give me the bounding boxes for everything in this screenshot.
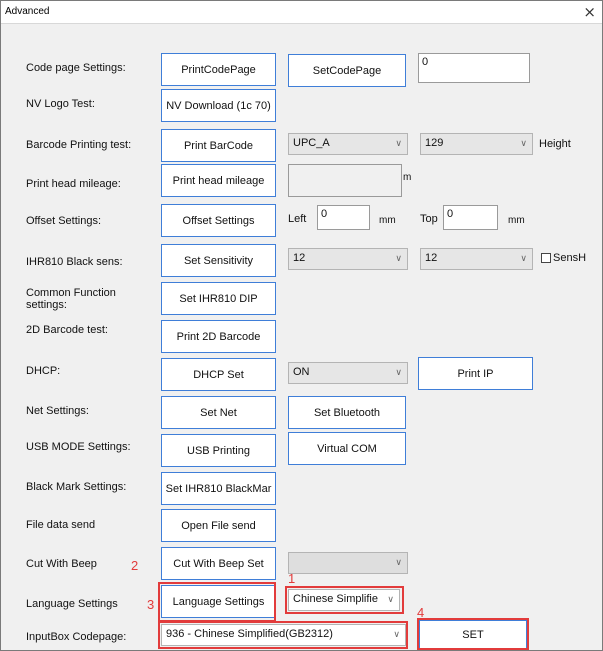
offset-top-input[interactable]: 0: [443, 205, 498, 230]
chevron-down-icon: ∨: [520, 138, 527, 148]
sensitivity-select-2[interactable]: 12 ∨: [420, 248, 533, 270]
offset-top-label: Top: [420, 213, 438, 225]
file-send-label: File data send: [26, 519, 96, 531]
highlight-codepage-select: [158, 621, 408, 649]
chevron-down-icon: ∨: [395, 253, 402, 263]
highlight-set-button: [417, 618, 529, 650]
dhcp-label: DHCP:: [26, 365, 61, 377]
set-blackmark-button[interactable]: Set IHR810 BlackMar: [161, 472, 276, 505]
usb-mode-label: USB MODE Settings:: [26, 441, 131, 453]
set-bluetooth-button[interactable]: Set Bluetooth: [288, 396, 406, 429]
annotation-number-3: 3: [147, 597, 155, 612]
sensitivity-value-1: 12: [293, 252, 306, 264]
barcode-type-value: UPC_A: [293, 137, 330, 149]
black-sens-label: IHR810 Black sens:: [26, 256, 123, 268]
dhcp-select[interactable]: ON ∨: [288, 362, 408, 384]
common-function-label: Common Function settings:: [26, 287, 116, 311]
set-code-page-button[interactable]: SetCodePage: [288, 54, 406, 87]
set-dip-button[interactable]: Set IHR810 DIP: [161, 282, 276, 315]
close-icon[interactable]: ×: [583, 3, 596, 21]
usb-printing-button[interactable]: USB Printing: [161, 434, 276, 467]
cut-beep-select[interactable]: ∨: [288, 552, 408, 574]
virtual-com-button[interactable]: Virtual COM: [288, 432, 406, 465]
chevron-down-icon: ∨: [395, 138, 402, 148]
code-page-label: Code page Settings:: [26, 62, 126, 74]
cut-beep-set-button[interactable]: Cut With Beep Set: [161, 547, 276, 580]
sensitivity-select-1[interactable]: 12 ∨: [288, 248, 408, 270]
offset-settings-button[interactable]: Offset Settings: [161, 204, 276, 237]
highlight-language-button: [158, 582, 276, 622]
window-title: Advanced: [5, 6, 50, 17]
dhcp-set-button[interactable]: DHCP Set: [161, 358, 276, 391]
chevron-down-icon: ∨: [520, 253, 527, 263]
nv-logo-label: NV Logo Test:: [26, 98, 95, 110]
title-bar: Advanced ×: [1, 1, 602, 24]
advanced-dialog: Advanced × Code page Settings: PrintCode…: [0, 0, 603, 651]
sensh-checkbox[interactable]: [541, 253, 551, 263]
inputbox-codepage-label: InputBox Codepage:: [26, 631, 127, 643]
sensitivity-value-2: 12: [425, 252, 438, 264]
print-head-mileage-button[interactable]: Print head mileage: [161, 164, 276, 197]
barcode-test-label: Barcode Printing test:: [26, 139, 132, 151]
code-page-input[interactable]: 0: [418, 53, 530, 83]
print-2d-barcode-button[interactable]: Print 2D Barcode: [161, 320, 276, 353]
2d-barcode-label: 2D Barcode test:: [26, 324, 108, 336]
offset-left-unit: mm: [379, 215, 396, 226]
chevron-down-icon: ∨: [395, 367, 402, 377]
annotation-number-2: 2: [131, 558, 139, 573]
net-settings-label: Net Settings:: [26, 405, 89, 417]
print-code-page-button[interactable]: PrintCodePage: [161, 53, 276, 86]
cut-beep-label: Cut With Beep: [26, 558, 97, 570]
height-label: Height: [539, 138, 571, 150]
offset-left-label: Left: [288, 213, 307, 225]
barcode-height-value: 129: [425, 137, 444, 149]
set-sensitivity-button[interactable]: Set Sensitivity: [161, 244, 276, 277]
offset-label: Offset Settings:: [26, 215, 102, 227]
dhcp-value: ON: [293, 366, 310, 378]
black-mark-label: Black Mark Settings:: [26, 481, 127, 493]
mileage-output: [288, 164, 402, 197]
open-file-send-button[interactable]: Open File send: [161, 509, 276, 542]
barcode-height-select[interactable]: 129 ∨: [420, 133, 533, 155]
sensh-label: SensH: [553, 252, 587, 264]
barcode-type-select[interactable]: UPC_A ∨: [288, 133, 408, 155]
print-ip-button[interactable]: Print IP: [418, 357, 533, 390]
print-barcode-button[interactable]: Print BarCode: [161, 129, 276, 162]
offset-top-unit: mm: [508, 215, 525, 226]
offset-left-input[interactable]: 0: [317, 205, 370, 230]
chevron-down-icon: ∨: [395, 557, 402, 567]
highlight-language-select: [285, 586, 404, 614]
mileage-unit: m: [403, 172, 412, 183]
mileage-label: Print head mileage:: [26, 178, 121, 190]
set-net-button[interactable]: Set Net: [161, 396, 276, 429]
nv-download-button[interactable]: NV Download (1c 70): [161, 89, 276, 122]
annotation-number-1: 1: [288, 571, 296, 586]
language-label: Language Settings: [26, 598, 118, 610]
annotation-number-4: 4: [417, 605, 425, 620]
